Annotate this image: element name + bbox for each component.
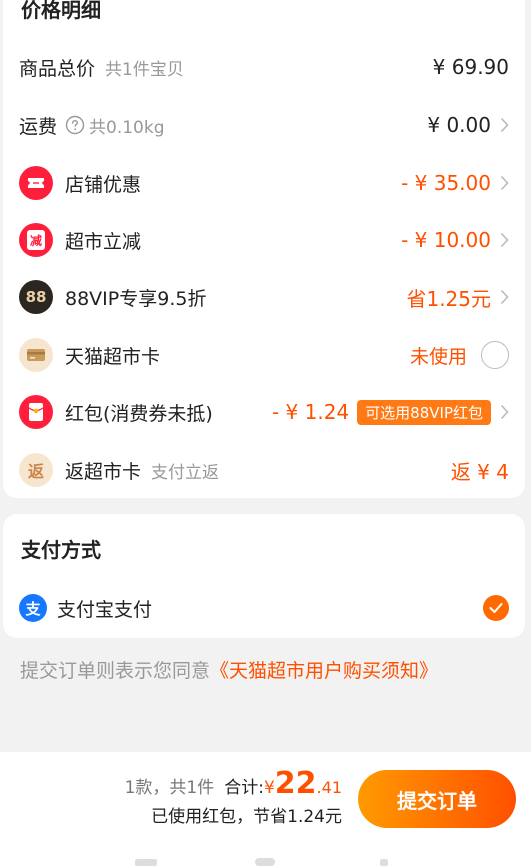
vip-saving-amount: 省1.25元 bbox=[406, 286, 491, 311]
return-icon: 返 bbox=[19, 453, 53, 487]
chevron-right-icon bbox=[495, 163, 509, 203]
red-packet-amount: - ¥ 1.24 bbox=[271, 400, 350, 424]
return-card-sub: 支付立返 bbox=[151, 462, 220, 483]
shop-discount-amount: - ¥ 35.00 bbox=[401, 171, 491, 195]
payment-card: 支付方式 支 支付宝支付 bbox=[3, 514, 525, 638]
row-market-discount[interactable]: 减 超市立减 - ¥ 10.00 bbox=[3, 220, 525, 260]
price-detail-card: 价格明细 商品总价 共1件宝贝 ¥ 69.90 运费 共0.10kg ¥ 0.0… bbox=[3, 0, 525, 498]
bottom-bar: 1款，共1件 合计: ¥ 22 .41 已使用红包，节省1.24元 提交订单 bbox=[0, 752, 531, 867]
market-discount-amount: - ¥ 10.00 bbox=[401, 228, 491, 252]
row-market-card[interactable]: 天猫超市卡 未使用 bbox=[3, 335, 525, 375]
card-icon bbox=[19, 338, 53, 372]
goods-count-text: 共1件宝贝 bbox=[105, 59, 184, 80]
vip-red-packet-tag[interactable]: 可选用88VIP红包 bbox=[357, 399, 491, 425]
nav-bar-hint bbox=[135, 858, 388, 866]
discount-icon-glyph: 减 bbox=[27, 230, 45, 250]
total-label: 合计: bbox=[224, 778, 264, 798]
red-packet-label: 红包(消费券未抵) bbox=[65, 402, 213, 425]
shipping-amount: ¥ 0.00 bbox=[427, 113, 491, 137]
shipping-weight-text: 共0.10kg bbox=[89, 117, 165, 138]
ticket-icon bbox=[19, 166, 53, 200]
chevron-right-icon bbox=[495, 105, 509, 145]
help-circle-icon[interactable] bbox=[65, 115, 85, 135]
row-goods-total: 商品总价 共1件宝贝 ¥ 69.90 bbox=[3, 47, 525, 87]
payment-method-label: 支付宝支付 bbox=[57, 598, 153, 621]
return-card-label: 返超市卡 bbox=[65, 460, 142, 483]
agreement-notice: 提交订单则表示您同意《天猫超市用户购买须知》 bbox=[20, 656, 438, 683]
shop-discount-label: 店铺优惠 bbox=[65, 173, 142, 196]
chevron-right-icon bbox=[495, 277, 509, 317]
total-currency: ¥ bbox=[263, 778, 275, 798]
goods-total-amount: ¥ 69.90 bbox=[432, 55, 509, 79]
row-shop-discount[interactable]: 店铺优惠 - ¥ 35.00 bbox=[3, 163, 525, 203]
payment-option-alipay[interactable]: 支 支付宝支付 bbox=[3, 588, 525, 628]
check-icon[interactable] bbox=[483, 595, 509, 621]
price-detail-title: 价格明细 bbox=[21, 0, 101, 22]
market-card-status: 未使用 bbox=[409, 345, 467, 368]
chevron-right-icon bbox=[495, 220, 509, 260]
red-packet-icon bbox=[19, 395, 53, 429]
payment-title: 支付方式 bbox=[21, 538, 101, 562]
vip-discount-label: 88VIP专享9.5折 bbox=[65, 287, 207, 310]
row-red-packet[interactable]: 红包(消费券未抵) - ¥ 1.24 可选用88VIP红包 bbox=[3, 392, 525, 432]
submit-order-button[interactable]: 提交订单 bbox=[358, 770, 516, 828]
market-card-radio[interactable] bbox=[481, 341, 509, 369]
chevron-right-icon bbox=[495, 392, 509, 432]
total-integer: 22 bbox=[274, 766, 317, 801]
goods-total-label: 商品总价 bbox=[19, 57, 96, 80]
row-shipping[interactable]: 运费 共0.10kg ¥ 0.00 bbox=[3, 105, 525, 145]
return-card-amount: 返 ¥ 4 bbox=[450, 459, 509, 484]
vip-88-icon: 88 bbox=[19, 280, 53, 314]
row-return-card: 返 返超市卡 支付立返 返 ¥ 4 bbox=[3, 450, 525, 490]
alipay-icon-text: 支 bbox=[25, 599, 41, 618]
market-discount-label: 超市立减 bbox=[65, 230, 142, 253]
market-card-label: 天猫超市卡 bbox=[65, 345, 161, 368]
row-88vip[interactable]: 88 88VIP专享9.5折 省1.25元 bbox=[3, 277, 525, 317]
alipay-icon: 支 bbox=[19, 594, 47, 622]
agreement-prefix: 提交订单则表示您同意 bbox=[20, 660, 211, 682]
agreement-link[interactable]: 《天猫超市用户购买须知》 bbox=[210, 660, 438, 682]
total-line: 1款，共1件 合计: ¥ 22 .41 bbox=[125, 766, 342, 801]
savings-text: 已使用红包，节省1.24元 bbox=[151, 807, 342, 827]
shipping-label: 运费 bbox=[19, 115, 58, 138]
return-icon-text: 返 bbox=[27, 462, 44, 481]
item-count: 1款，共1件 bbox=[124, 778, 215, 798]
vip-88-icon-text: 88 bbox=[25, 288, 47, 306]
total-decimal: .41 bbox=[316, 778, 342, 797]
discount-icon: 减 bbox=[19, 223, 53, 257]
